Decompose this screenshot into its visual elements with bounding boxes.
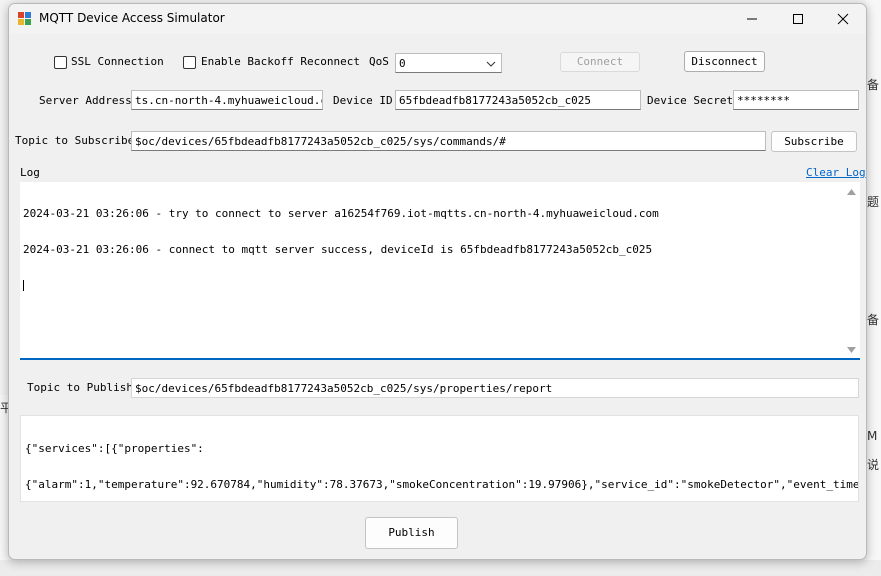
device-id-input[interactable]: 65fbdeadfb8177243a5052cb_c025 [395,90,641,110]
scroll-down-icon[interactable] [847,347,856,353]
title-bar[interactable]: MQTT Device Access Simulator [9,4,866,34]
server-address-label: Server Address [39,94,132,107]
payload-line: {"services":[{"properties": [25,442,204,455]
app-window: MQTT Device Access Simulator SSL Connect… [8,3,867,560]
backoff-checkbox[interactable] [183,56,196,69]
background-bottom [0,560,881,576]
qos-value: 0 [399,57,406,70]
qos-select[interactable]: 0 [395,53,502,73]
background-glyph: 说 [867,458,880,472]
server-address-input[interactable]: ts.cn-north-4.myhuaweicloud.com [131,90,323,110]
background-glyph: 备 [867,313,880,327]
payload-textarea[interactable]: {"services":[{"properties": {"alarm":1,"… [20,415,859,502]
log-label: Log [20,166,40,179]
close-icon [837,13,849,25]
publish-topic-input[interactable]: $oc/devices/65fbdeadfb8177243a5052cb_c02… [131,378,859,398]
device-id-label: Device ID [333,94,393,107]
maximize-icon [793,14,803,24]
minimize-button[interactable] [729,4,775,34]
background-left-strip [0,395,8,576]
subscribe-topic-label: Topic to Subscribe [15,134,135,147]
ssl-checkbox[interactable] [54,56,67,69]
scroll-up-icon[interactable] [847,189,856,195]
log-line: 2024-03-21 03:26:06 - try to connect to … [23,207,659,220]
subscribe-topic-input[interactable]: $oc/devices/65fbdeadfb8177243a5052cb_c02… [131,131,766,151]
chevron-down-icon [486,61,496,67]
log-textarea[interactable]: 2024-03-21 03:26:06 - try to connect to … [20,182,860,360]
device-secret-label: Device Secret [647,94,734,107]
background-glyph: 题 [867,195,880,209]
backoff-label: Enable Backoff Reconnect [201,55,360,68]
minimize-icon [747,18,757,20]
ssl-label: SSL Connection [71,55,164,68]
device-secret-input[interactable]: ******** [733,90,859,110]
background-glyph: M [867,429,878,443]
publish-button[interactable]: Publish [365,517,458,549]
disconnect-button[interactable]: Disconnect [684,51,765,72]
log-line: 2024-03-21 03:26:06 - connect to mqtt se… [23,243,653,256]
text-caret [23,280,24,291]
payload-line: {"alarm":1,"temperature":92.670784,"humi… [25,478,859,491]
subscribe-button[interactable]: Subscribe [771,131,857,152]
window-title: MQTT Device Access Simulator [39,11,225,25]
app-icon [18,12,32,26]
log-scrollbar[interactable] [843,182,860,357]
background-glyph: 备 [867,78,880,92]
publish-topic-label: Topic to Publish [27,381,133,394]
close-button[interactable] [820,4,866,34]
maximize-button[interactable] [775,4,821,34]
clear-log-link[interactable]: Clear Log [806,166,866,179]
connect-button[interactable]: Connect [560,52,640,72]
qos-label: QoS [369,55,389,68]
